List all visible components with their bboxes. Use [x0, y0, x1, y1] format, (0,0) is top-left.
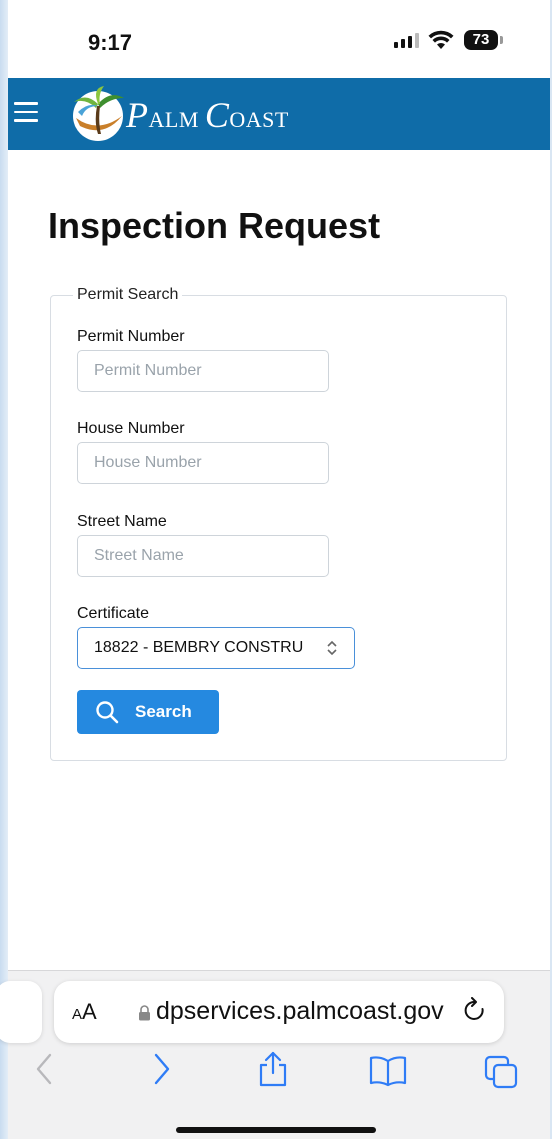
wifi-icon — [428, 30, 454, 49]
house-number-label: House Number — [77, 420, 185, 437]
search-icon — [96, 701, 119, 724]
status-time: 9:17 — [88, 30, 133, 55]
permit-search-legend: Permit Search — [73, 286, 183, 304]
lock-icon — [139, 1005, 150, 1021]
status-bar: 9:17 73 — [8, 0, 550, 78]
battery-level: 73 — [464, 30, 498, 50]
search-button[interactable]: Search — [77, 690, 219, 734]
search-button-label: Search — [135, 702, 192, 721]
permit-search-fieldset: Permit Search Permit Number House Number… — [50, 286, 507, 761]
back-icon[interactable] — [32, 1053, 56, 1085]
previous-tab-stub[interactable] — [0, 981, 42, 1043]
browser-toolbar: AA dpservices.palmcoast.gov — [0, 970, 550, 1139]
phone-screen: 9:17 73 PALM COAST Inspection Request Pe… — [0, 0, 550, 1139]
palm-coast-logo[interactable]: PALM COAST — [68, 86, 318, 144]
reload-icon[interactable] — [462, 997, 488, 1025]
share-icon[interactable] — [256, 1051, 290, 1087]
site-header: PALM COAST — [8, 78, 550, 150]
home-indicator — [176, 1127, 376, 1133]
certificate-label: Certificate — [77, 605, 150, 622]
reader-settings-button[interactable]: AA — [72, 999, 97, 1025]
forward-icon[interactable] — [150, 1053, 174, 1085]
street-name-input[interactable] — [77, 535, 329, 577]
palm-tree-logo-icon — [73, 86, 124, 141]
battery-tip — [500, 36, 503, 44]
street-name-label: Street Name — [77, 513, 167, 530]
chevron-up-down-icon — [327, 640, 337, 656]
page-title: Inspection Request — [48, 205, 381, 246]
bookmarks-icon[interactable] — [368, 1055, 408, 1087]
house-number-input[interactable] — [77, 442, 329, 484]
url-text[interactable]: dpservices.palmcoast.gov — [156, 997, 444, 1026]
permit-number-input[interactable] — [77, 350, 329, 392]
tabs-icon[interactable] — [484, 1055, 520, 1089]
address-bar[interactable]: AA dpservices.palmcoast.gov — [54, 981, 504, 1043]
permit-number-label: Permit Number — [77, 328, 185, 345]
hamburger-icon[interactable] — [14, 102, 38, 122]
certificate-selected-value: 18822 - BEMBRY CONSTRU — [94, 639, 304, 656]
certificate-select[interactable]: 18822 - BEMBRY CONSTRU — [77, 627, 355, 669]
cellular-signal-icon — [394, 33, 419, 48]
palm-coast-wordmark: PALM COAST — [126, 95, 289, 135]
